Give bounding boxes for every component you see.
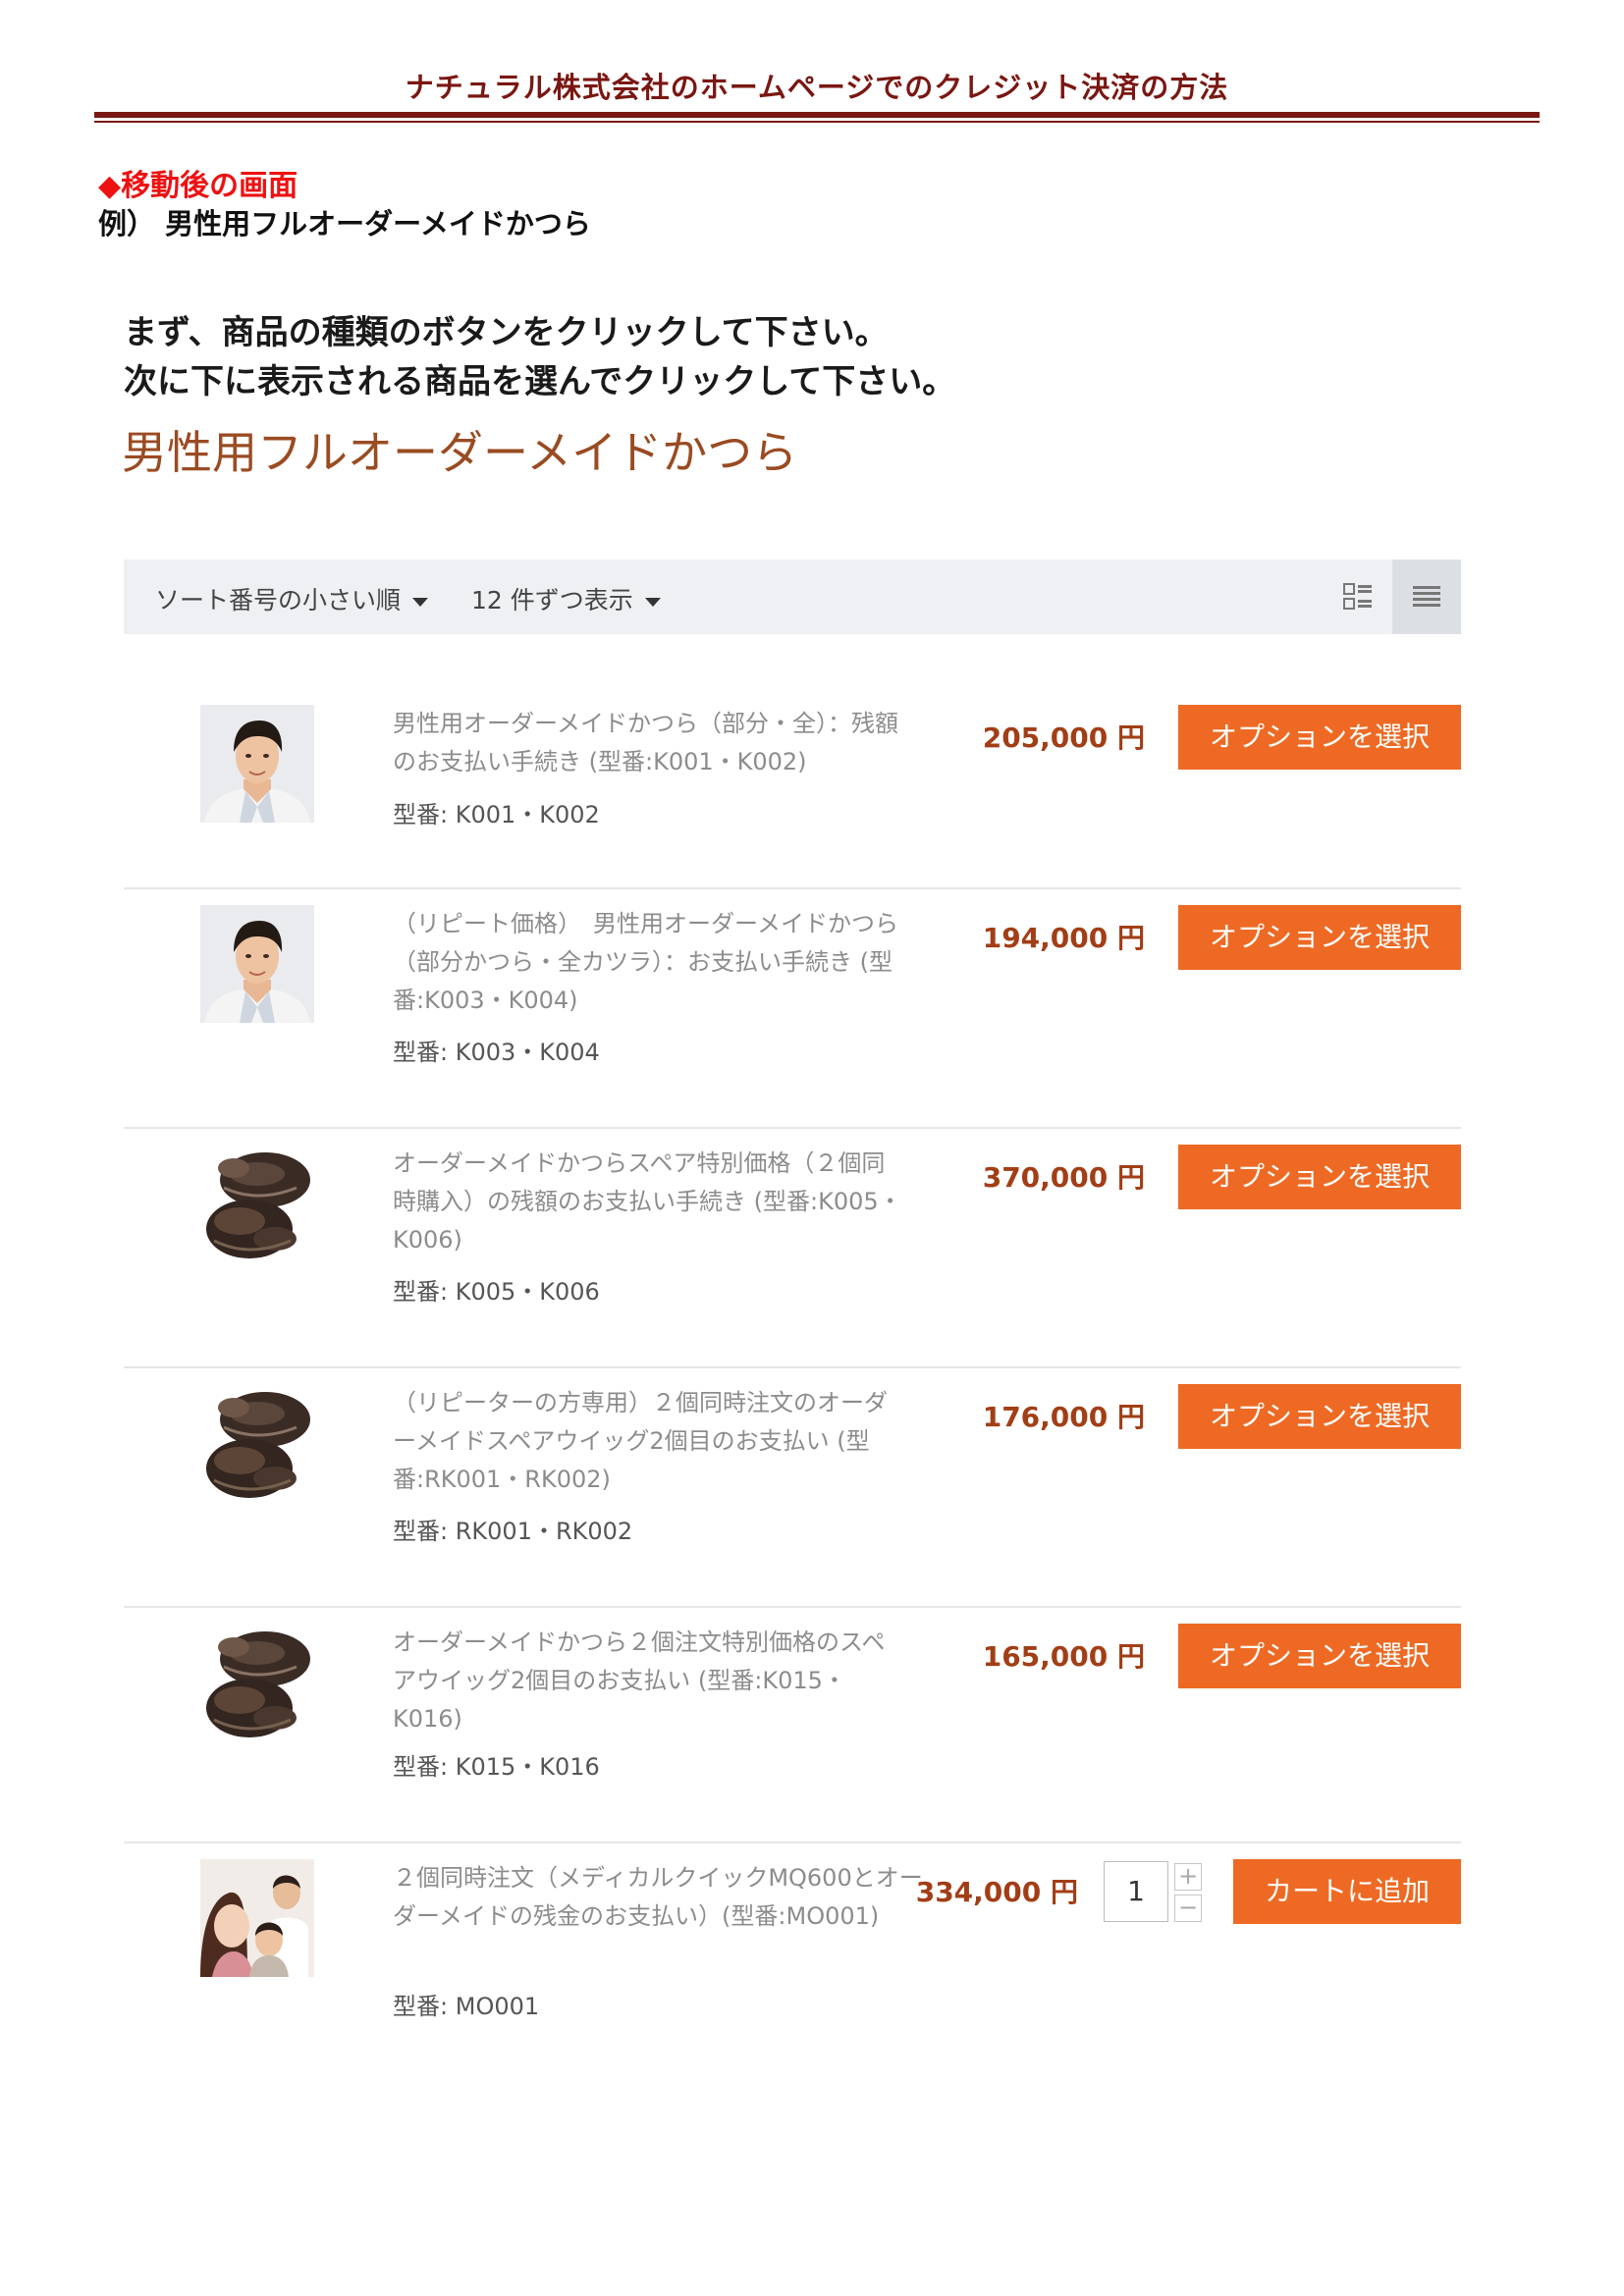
select-options-button[interactable]: オプションを選択 [1178, 705, 1461, 770]
sku-value: K001・K002 [455, 801, 600, 828]
product-price: 176,000 円 [982, 1401, 1145, 1433]
product-thumbnail[interactable] [200, 905, 314, 1023]
sku-value: K003・K004 [455, 1039, 600, 1066]
quantity-input[interactable]: 1 [1104, 1861, 1168, 1922]
per-page-dropdown-label: 12 件ずつ表示 [471, 586, 633, 614]
sku-label: 型番: [393, 1518, 449, 1545]
add-to-cart-button[interactable]: カートに追加 [1233, 1859, 1461, 1924]
sku-label: 型番: [393, 1278, 449, 1306]
plus-icon: + [1177, 1862, 1199, 1890]
product-price: 205,000 円 [982, 721, 1145, 754]
product-row: ２個同時注文（メディカルクイックMQ600とオーダーメイドの残金のお支払い）(型… [124, 1859, 1461, 2046]
chevron-down-icon [412, 597, 429, 607]
product-row: （リピート価格） 男性用オーダーメイドかつら（部分かつら・全カツラ）：お支払い手… [124, 905, 1461, 1129]
sku-value: K005・K006 [455, 1278, 600, 1306]
quantity-decrease-button[interactable]: − [1174, 1895, 1202, 1922]
product-sku: 型番: RK001・RK002 [393, 1512, 632, 1546]
sku-value: K015・K016 [455, 1753, 600, 1781]
select-options-button[interactable]: オプションを選択 [1178, 1145, 1461, 1209]
instructions: まず、商品の種類のボタンをクリックして下さい。 次に下に表示される商品を選んでク… [124, 308, 955, 406]
product-thumbnail[interactable] [200, 1624, 314, 1741]
product-price: 334,000 円 [915, 1876, 1078, 1908]
select-options-button[interactable]: オプションを選択 [1178, 905, 1461, 970]
category-title: 男性用フルオーダーメイドかつら [122, 426, 798, 479]
product-name-link[interactable]: ２個同時注文（メディカルクイックMQ600とオーダーメイドの残金のお支払い）(型… [393, 1859, 943, 1936]
product-price: 370,000 円 [982, 1161, 1145, 1194]
sku-label: 型番: [393, 1753, 449, 1781]
product-name-link[interactable]: オーダーメイドかつら２個注文特別価格のスペアウイッグ2個目のお支払い (型番:K… [393, 1624, 903, 1738]
product-row: （リピーターの方専用）２個同時注文のオーダーメイドスペアウイッグ2個目のお支払い… [124, 1384, 1461, 1608]
per-page-dropdown[interactable]: 12 件ずつ表示 [471, 581, 661, 616]
product-row: 男性用オーダーメイドかつら（部分・全）：残額のお支払い手続き (型番:K001・… [124, 705, 1461, 889]
product-price: 165,000 円 [982, 1640, 1145, 1673]
product-thumbnail[interactable] [200, 1859, 314, 1977]
grid-view-icon [1343, 583, 1372, 610]
product-name-link[interactable]: 男性用オーダーメイドかつら（部分・全）：残額のお支払い手続き (型番:K001・… [393, 705, 903, 781]
grid-view-button[interactable] [1324, 560, 1392, 634]
product-row: オーダーメイドかつら２個注文特別価格のスペアウイッグ2個目のお支払い (型番:K… [124, 1624, 1461, 1843]
product-thumbnail[interactable] [200, 705, 314, 823]
header-rule-thin [94, 121, 1540, 123]
instruction-line-2: 次に下に表示される商品を選んでクリックして下さい。 [124, 362, 956, 401]
product-name-link[interactable]: オーダーメイドかつらスペア特別価格（２個同時購入）の残額のお支払い手続き (型番… [393, 1145, 903, 1259]
product-name-link[interactable]: （リピーターの方専用）２個同時注文のオーダーメイドスペアウイッグ2個目のお支払い… [393, 1384, 903, 1499]
document-header: ナチュラル株式会社のホームページでのクレジット決済の方法 [405, 71, 1229, 104]
sku-label: 型番: [393, 1993, 449, 2020]
product-row: オーダーメイドかつらスペア特別価格（２個同時購入）の残額のお支払い手続き (型番… [124, 1145, 1461, 1368]
minus-icon: − [1177, 1894, 1199, 1921]
sort-dropdown[interactable]: ソート番号の小さい順 [155, 581, 429, 616]
product-sku: 型番: MO001 [393, 1987, 539, 2021]
quantity-increase-button[interactable]: + [1174, 1863, 1202, 1891]
list-toolbar: ソート番号の小さい順 12 件ずつ表示 [124, 560, 1461, 634]
product-thumbnail[interactable] [200, 1384, 314, 1502]
product-name-link[interactable]: （リピート価格） 男性用オーダーメイドかつら（部分かつら・全カツラ）：お支払い手… [393, 905, 903, 1020]
select-options-button[interactable]: オプションを選択 [1178, 1384, 1461, 1449]
product-sku: 型番: K005・K006 [393, 1272, 600, 1307]
list-view-button[interactable] [1392, 560, 1461, 634]
sku-value: RK001・RK002 [455, 1518, 633, 1545]
section-heading: ◆移動後の画面 [98, 169, 298, 203]
example-line: 例） 男性用フルオーダーメイドかつら [98, 207, 591, 240]
sku-value: MO001 [455, 1993, 540, 2020]
header-rule-thick [94, 112, 1540, 118]
product-sku: 型番: K001・K002 [393, 795, 600, 829]
select-options-button[interactable]: オプションを選択 [1178, 1624, 1461, 1688]
sort-dropdown-label: ソート番号の小さい順 [155, 586, 402, 614]
sku-label: 型番: [393, 801, 449, 828]
chevron-down-icon [644, 597, 661, 607]
product-sku: 型番: K015・K016 [393, 1747, 600, 1782]
product-thumbnail[interactable] [200, 1145, 314, 1262]
list-view-icon [1413, 586, 1440, 607]
product-sku: 型番: K003・K004 [393, 1033, 600, 1067]
sku-label: 型番: [393, 1039, 449, 1066]
product-price: 194,000 円 [982, 922, 1145, 954]
instruction-line-1: まず、商品の種類のボタンをクリックして下さい。 [124, 313, 889, 352]
